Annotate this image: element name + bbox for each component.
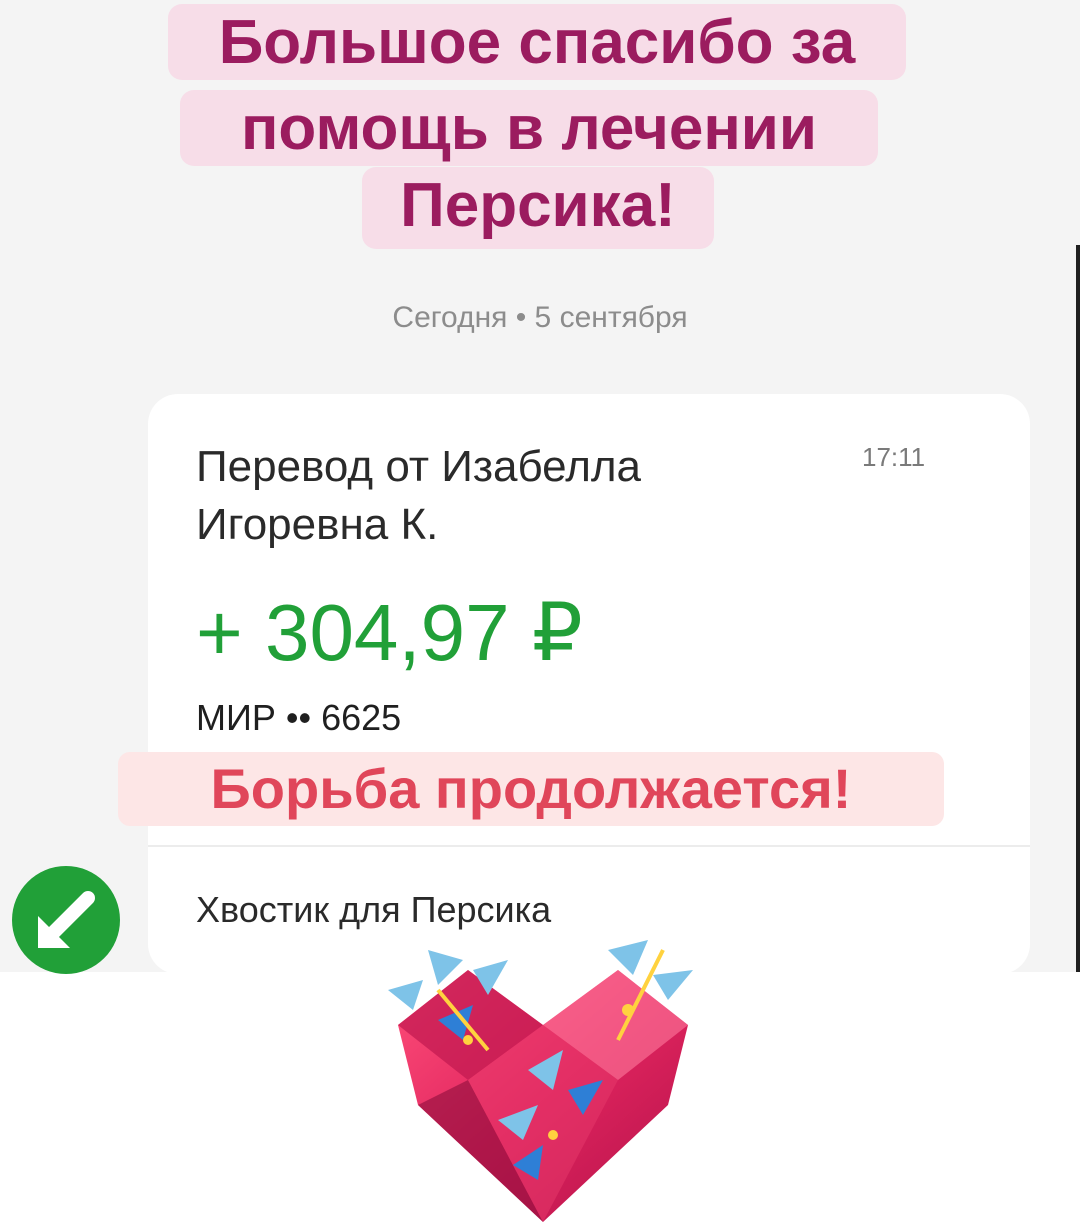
thanks-banner-line-3: Персика!	[362, 167, 714, 249]
heart-with-flowers-illustration	[388, 940, 693, 1222]
card-number: МИР •• 6625	[196, 697, 402, 738]
thanks-banner-line-1: Большое спасибо за	[168, 4, 906, 80]
fight-continues-banner: Борьба продолжается!	[118, 752, 944, 826]
transfer-time: 17:11	[862, 442, 926, 472]
incoming-arrow-icon	[12, 866, 120, 974]
date-header: Сегодня • 5 сентября	[392, 301, 688, 334]
arrow-down-left-icon	[38, 891, 95, 948]
thanks-banner-line-2: помощь в лечении	[180, 90, 878, 166]
card-divider	[148, 845, 1030, 847]
transfer-title: Перевод от Изабелла Игоревна К.	[196, 442, 642, 549]
transfer-comment: Хвостик для Персика	[196, 889, 552, 930]
transfer-amount: + 304,97 ₽	[196, 588, 583, 677]
screen-edge	[1076, 245, 1080, 972]
